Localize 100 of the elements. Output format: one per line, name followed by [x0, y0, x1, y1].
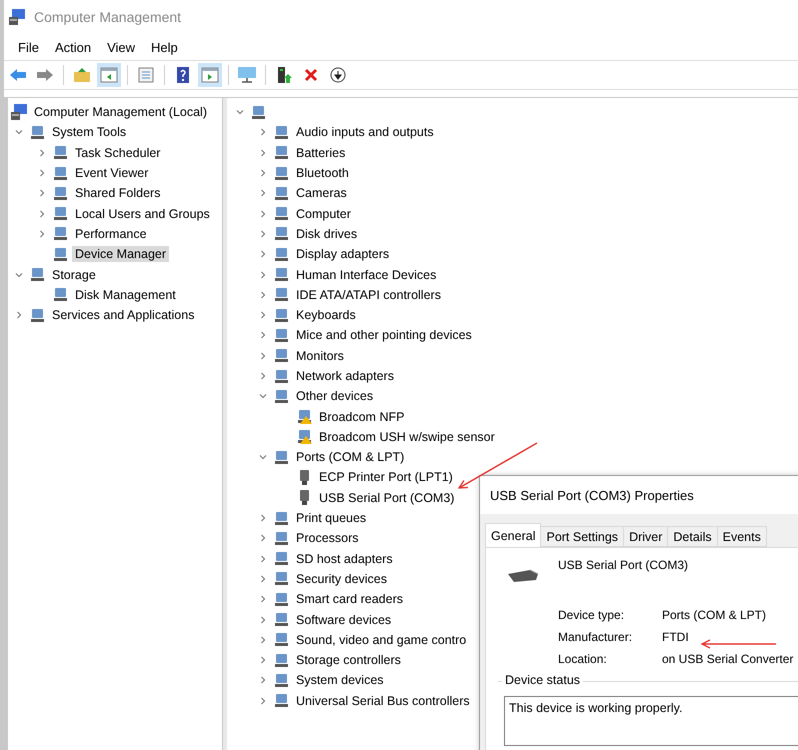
chevron-right-icon[interactable]	[259, 595, 267, 604]
chevron-right-icon[interactable]	[259, 210, 267, 218]
device-icon	[273, 205, 290, 222]
device-icon	[29, 124, 46, 141]
field-value: FTDI	[662, 630, 690, 644]
tree-item[interactable]: Universal Serial Bus controllers	[293, 692, 473, 709]
tree-item[interactable]: IDE ATA/ATAPI controllers	[293, 286, 444, 303]
tree-item[interactable]: Local Users and Groups	[72, 206, 213, 222]
chevron-right-icon[interactable]	[259, 352, 267, 360]
tree-item[interactable]: Display adapters	[293, 246, 392, 262]
tree-item[interactable]: Bluetooth	[293, 165, 352, 182]
chevron-right-icon[interactable]	[259, 696, 267, 705]
chevron-right-icon[interactable]	[38, 230, 46, 238]
tree-item[interactable]: Smart card readers	[293, 591, 406, 608]
tree-item[interactable]: System Tools	[49, 124, 130, 140]
menu-item[interactable]: Action	[46, 40, 100, 54]
tab[interactable]: Details	[667, 526, 718, 547]
tree-item[interactable]: Performance	[72, 226, 150, 242]
tree-item[interactable]: Audio inputs and outputs	[293, 124, 437, 140]
device-icon	[273, 124, 290, 141]
tree-item[interactable]: Broadcom USH w/swipe sensor	[316, 428, 498, 445]
tree-item[interactable]: Keyboards	[293, 307, 359, 324]
tree-item[interactable]: Device Manager	[72, 246, 170, 262]
chevron-right-icon[interactable]	[38, 210, 46, 218]
tree-item[interactable]: Print queues	[293, 510, 370, 526]
tree-item[interactable]: Storage	[49, 266, 99, 283]
chevron-right-icon[interactable]	[259, 331, 267, 340]
tree-item[interactable]: Processors	[293, 530, 362, 546]
chevron-right-icon[interactable]	[259, 270, 267, 279]
tree-item[interactable]: USB Serial Port (COM3)	[316, 490, 458, 506]
chevron-right-icon[interactable]	[38, 148, 46, 157]
chevron-down-icon[interactable]	[15, 128, 23, 136]
chevron-right-icon[interactable]	[259, 616, 267, 624]
chevron-right-icon[interactable]	[259, 169, 267, 178]
chevron-right-icon[interactable]	[259, 230, 267, 238]
tree-item[interactable]: Security devices	[293, 570, 390, 587]
tree-item[interactable]: Monitors	[293, 348, 347, 364]
chevron-right-icon[interactable]	[259, 656, 267, 664]
menu-item[interactable]: View	[99, 40, 144, 54]
tree-item[interactable]: System devices	[293, 672, 387, 688]
tree-item[interactable]: Computer Management (Local)	[31, 104, 210, 120]
chevron-right-icon[interactable]	[259, 250, 267, 258]
tree-item[interactable]: Event Viewer	[72, 165, 152, 182]
chevron-right-icon[interactable]	[259, 189, 267, 198]
tree-item[interactable]: Other devices	[293, 388, 376, 404]
tree-item[interactable]: Software devices	[293, 612, 394, 628]
tree-item[interactable]: Disk drives	[293, 226, 360, 242]
chevron-right-icon[interactable]	[259, 554, 267, 563]
chevron-right-icon[interactable]	[259, 636, 267, 644]
chevron-right-icon[interactable]	[15, 311, 23, 320]
tree-item[interactable]: Cameras	[293, 185, 350, 202]
tree-item[interactable]: Computer	[293, 206, 354, 222]
tab[interactable]: General	[485, 523, 542, 547]
tree-item[interactable]: Sound, video and game contro	[293, 632, 470, 648]
tree-item[interactable]: Human Interface Devices	[293, 266, 440, 283]
tree-item[interactable]: Shared Folders	[72, 185, 164, 202]
chevron-down-icon[interactable]	[259, 453, 267, 462]
chevron-right-icon[interactable]	[259, 534, 267, 542]
chevron-down-icon[interactable]	[236, 108, 244, 116]
device-icon	[273, 590, 290, 608]
chevron-down-icon[interactable]	[259, 392, 267, 400]
chevron-right-icon[interactable]	[259, 514, 267, 522]
chevron-right-icon[interactable]	[259, 311, 267, 320]
device-icon	[273, 570, 290, 588]
device-icon	[273, 510, 290, 527]
field-label: Location:	[558, 652, 608, 666]
chevron-right-icon[interactable]	[38, 169, 46, 178]
tree-item[interactable]: Services and Applications	[49, 307, 198, 324]
menu-item[interactable]: File	[10, 40, 47, 54]
tab[interactable]: Driver	[623, 526, 668, 547]
device-icon	[52, 205, 69, 222]
tree-item[interactable]: Batteries	[293, 144, 348, 161]
device-icon	[273, 184, 290, 202]
tab[interactable]: Events	[716, 526, 767, 547]
menu-item[interactable]: Help	[143, 40, 186, 54]
status-field[interactable]: This device is working properly.	[504, 696, 798, 746]
chevron-right-icon[interactable]	[259, 128, 267, 136]
chevron-down-icon[interactable]	[15, 270, 23, 279]
chevron-right-icon[interactable]	[259, 676, 267, 684]
field-label: Device type:	[558, 608, 626, 622]
chevron-right-icon[interactable]	[259, 148, 267, 157]
tree-item[interactable]: Mice and other pointing devices	[293, 327, 475, 344]
device-icon	[273, 368, 290, 384]
tree-item[interactable]: Storage controllers	[293, 652, 404, 668]
chevron-right-icon[interactable]	[259, 574, 267, 583]
device-icon	[273, 652, 290, 669]
tree-item[interactable]: Network adapters	[293, 368, 397, 384]
tree-item[interactable]: Ports (COM & LPT)	[293, 449, 408, 466]
device-icon	[273, 530, 290, 547]
tree-item[interactable]: Disk Management	[72, 286, 179, 303]
help-icon	[176, 66, 190, 84]
chevron-right-icon[interactable]	[259, 290, 267, 299]
chevron-right-icon[interactable]	[38, 189, 46, 198]
chevron-right-icon[interactable]	[259, 372, 267, 380]
tree-item[interactable]: SD host adapters	[293, 550, 396, 567]
tree-item[interactable]: Task Scheduler	[72, 144, 164, 161]
tree-item[interactable]: Broadcom NFP	[316, 408, 408, 425]
tree-item[interactable]: ECP Printer Port (LPT1)	[316, 469, 456, 486]
tab[interactable]: Port Settings	[540, 526, 624, 547]
device-icon	[52, 144, 69, 162]
